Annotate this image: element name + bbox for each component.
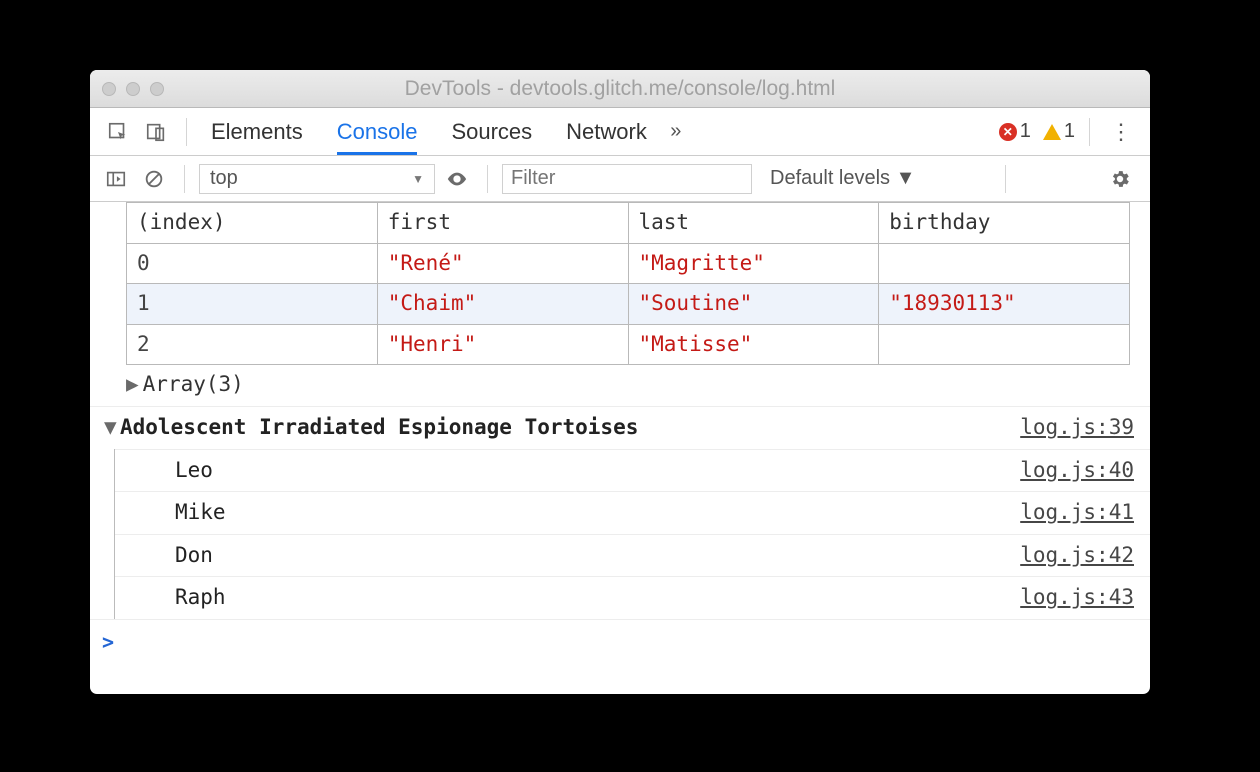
close-window-icon[interactable] — [102, 82, 116, 96]
th-first[interactable]: first — [377, 203, 628, 244]
toggle-sidebar-icon[interactable] — [100, 163, 132, 195]
tab-network[interactable]: Network — [566, 108, 647, 155]
separator — [487, 165, 488, 193]
console-log-row[interactable]: Raph log.js:43 — [115, 576, 1150, 619]
zoom-window-icon[interactable] — [150, 82, 164, 96]
tab-sources[interactable]: Sources — [451, 108, 532, 155]
live-expression-icon[interactable] — [441, 163, 473, 195]
disclosure-triangle-icon[interactable]: ▼ — [104, 411, 120, 445]
th-last[interactable]: last — [628, 203, 879, 244]
context-selector[interactable]: top ▼ — [199, 164, 435, 194]
devtools-window: DevTools - devtools.glitch.me/console/lo… — [90, 70, 1150, 694]
console-group-header[interactable]: ▼ Adolescent Irradiated Espionage Tortoi… — [90, 406, 1150, 449]
tab-elements[interactable]: Elements — [211, 108, 303, 155]
separator — [1089, 118, 1090, 146]
error-badge[interactable]: ✕ 1 — [999, 120, 1031, 143]
console-log-row[interactable]: Leo log.js:40 — [115, 449, 1150, 492]
menu-icon[interactable]: ⋮ — [1104, 119, 1138, 145]
console-prompt[interactable]: > — [90, 619, 1150, 664]
separator — [1005, 165, 1006, 193]
table-row[interactable]: 0 "René" "Magritte" — [127, 243, 1130, 284]
window-title: DevTools - devtools.glitch.me/console/lo… — [90, 77, 1150, 101]
context-label: top — [210, 167, 238, 190]
console-toolbar: top ▼ Default levels ▼ — [90, 156, 1150, 202]
source-link[interactable]: log.js:41 — [1020, 496, 1134, 530]
console-log-row[interactable]: Mike log.js:41 — [115, 491, 1150, 534]
array-summary[interactable]: ▶Array(3) — [126, 365, 1150, 406]
chevron-down-icon: ▼ — [412, 172, 424, 186]
log-levels-selector[interactable]: Default levels ▼ — [770, 167, 915, 190]
error-count: 1 — [1020, 120, 1031, 143]
gear-icon[interactable] — [1104, 163, 1136, 195]
warning-badge[interactable]: 1 — [1043, 120, 1075, 143]
table-row[interactable]: 2 "Henri" "Matisse" — [127, 324, 1130, 365]
console-table: (index) first last birthday 0 "René" "Ma… — [126, 202, 1130, 365]
group-label: Adolescent Irradiated Espionage Tortoise… — [120, 411, 1020, 445]
warning-icon — [1043, 124, 1061, 140]
table-row[interactable]: 1 "Chaim" "Soutine" "18930113" — [127, 284, 1130, 325]
source-link[interactable]: log.js:40 — [1020, 454, 1134, 488]
window-controls[interactable] — [102, 82, 164, 96]
separator — [184, 165, 185, 193]
titlebar: DevTools - devtools.glitch.me/console/lo… — [90, 70, 1150, 108]
tab-console[interactable]: Console — [337, 108, 418, 155]
source-link[interactable]: log.js:42 — [1020, 539, 1134, 573]
main-tab-bar: Elements Console Sources Network » ✕ 1 1… — [90, 108, 1150, 156]
source-link[interactable]: log.js:43 — [1020, 581, 1134, 615]
th-birthday[interactable]: birthday — [879, 203, 1130, 244]
console-output: (index) first last birthday 0 "René" "Ma… — [90, 202, 1150, 694]
device-toolbar-icon[interactable] — [140, 116, 172, 148]
filter-input[interactable] — [502, 164, 752, 194]
error-icon: ✕ — [999, 123, 1017, 141]
th-index[interactable]: (index) — [127, 203, 378, 244]
inspect-element-icon[interactable] — [102, 116, 134, 148]
more-tabs-icon[interactable]: » — [663, 120, 689, 143]
warning-count: 1 — [1064, 120, 1075, 143]
disclosure-triangle-icon[interactable]: ▶ — [126, 372, 139, 396]
console-group-body: Leo log.js:40 Mike log.js:41 Don log.js:… — [114, 449, 1150, 619]
prompt-caret-icon: > — [102, 626, 114, 658]
console-log-row[interactable]: Don log.js:42 — [115, 534, 1150, 577]
separator — [186, 118, 187, 146]
clear-console-icon[interactable] — [138, 163, 170, 195]
source-link[interactable]: log.js:39 — [1020, 411, 1134, 445]
panel-tabs: Elements Console Sources Network — [211, 108, 647, 155]
minimize-window-icon[interactable] — [126, 82, 140, 96]
